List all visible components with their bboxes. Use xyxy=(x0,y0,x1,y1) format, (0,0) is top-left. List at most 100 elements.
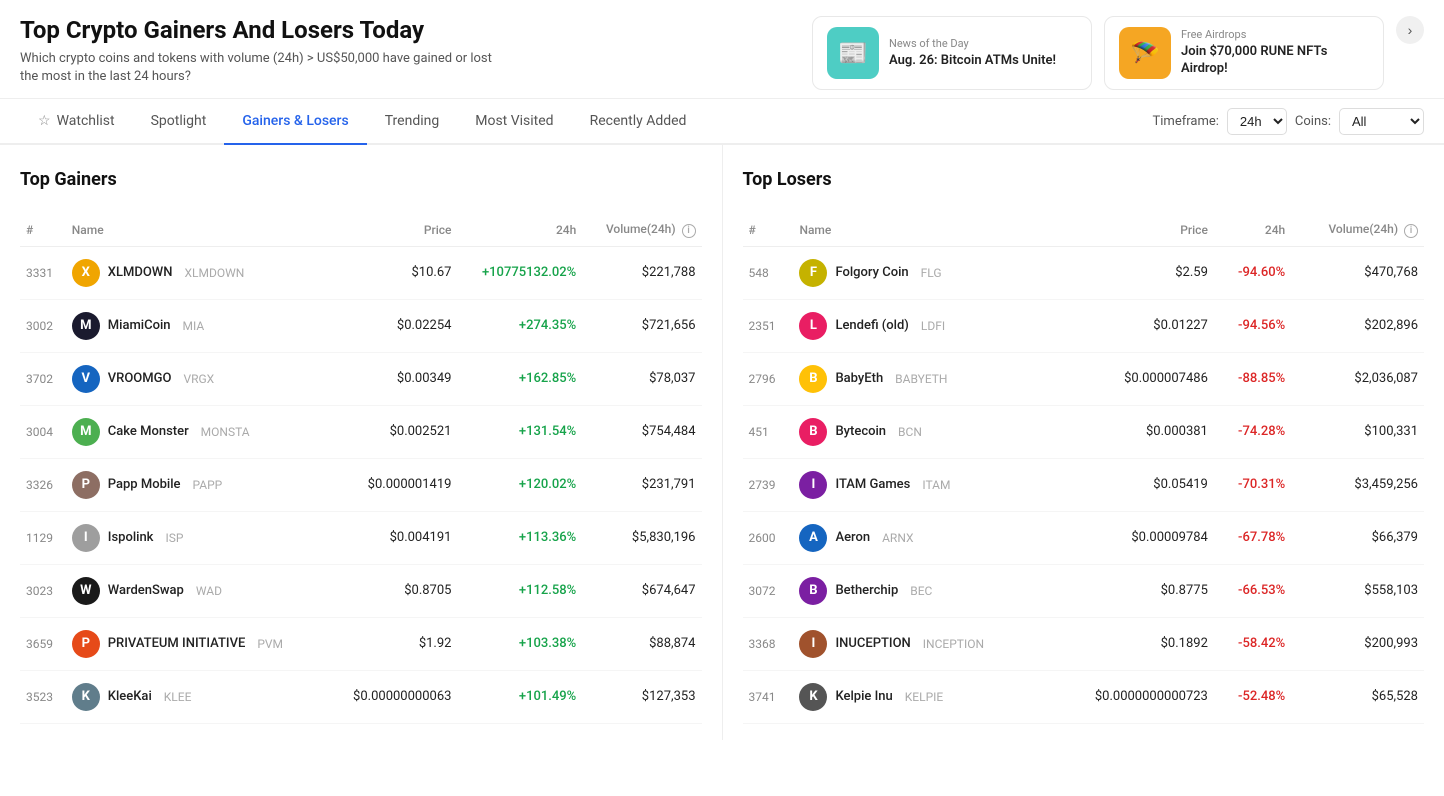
news-card-2-title: Join $70,000 RUNE NFTs Airdrop! xyxy=(1181,44,1369,78)
gainers-coin-name-7: PRIVATEUM INITIATIVE xyxy=(108,636,246,651)
gainers-price-5: $0.004191 xyxy=(328,511,458,564)
losers-coin-icon-4: I xyxy=(799,471,827,499)
losers-change-1: -94.56% xyxy=(1214,299,1291,352)
tab-watchlist-label: Watchlist xyxy=(57,113,115,129)
losers-name-8[interactable]: K Kelpie Inu KELPIE xyxy=(793,670,1050,723)
gainers-name-2[interactable]: V VROOMGO VRGX xyxy=(66,352,328,405)
losers-coin-name-5: Aeron xyxy=(835,530,870,545)
losers-coin-icon-5: A xyxy=(799,524,827,552)
gainers-coin-ticker-3: MONSTA xyxy=(201,425,250,439)
losers-price-7: $0.1892 xyxy=(1050,617,1213,670)
gainers-row: 3004 M Cake Monster MONSTA $0.002521 +13… xyxy=(20,405,702,458)
coins-select[interactable]: All Top 100 Top 500 xyxy=(1339,108,1424,135)
gainers-row: 3331 X XLMDOWN XLMDOWN $10.67 +10775132.… xyxy=(20,246,702,299)
gainers-price-7: $1.92 xyxy=(328,617,458,670)
losers-coin-name-2: BabyEth xyxy=(835,371,883,386)
losers-name-2[interactable]: B BabyEth BABYETH xyxy=(793,352,1050,405)
gainers-coin-name-5: Ispolink xyxy=(108,530,154,545)
gainers-volume-info-icon[interactable]: i xyxy=(682,224,696,238)
losers-price-4: $0.05419 xyxy=(1050,458,1213,511)
losers-coin-ticker-8: KELPIE xyxy=(905,690,943,704)
losers-change-3: -74.28% xyxy=(1214,405,1291,458)
gainers-rank-7: 3659 xyxy=(20,617,66,670)
losers-change-4: -70.31% xyxy=(1214,458,1291,511)
gainers-name-6[interactable]: W WardenSwap WAD xyxy=(66,564,328,617)
gainers-change-2: +162.85% xyxy=(457,352,582,405)
gainers-coin-icon-2: V xyxy=(72,365,100,393)
tab-gainers-losers[interactable]: Gainers & Losers xyxy=(224,99,366,145)
gainers-coin-icon-1: M xyxy=(72,312,100,340)
page-subtitle: Which crypto coins and tokens with volum… xyxy=(20,50,500,86)
gainers-name-5[interactable]: I Ispolink ISP xyxy=(66,511,328,564)
news-next-button[interactable]: › xyxy=(1396,16,1424,44)
gainers-change-4: +120.02% xyxy=(457,458,582,511)
tab-trending[interactable]: Trending xyxy=(367,99,458,145)
tabs-row: ☆ Watchlist Spotlight Gainers & Losers T… xyxy=(0,99,1444,145)
timeframe-select[interactable]: 24h 1h 7d xyxy=(1227,108,1287,135)
gainers-volume-0: $221,788 xyxy=(582,246,701,299)
gainers-rank-2: 3702 xyxy=(20,352,66,405)
gainers-change-8: +101.49% xyxy=(457,670,582,723)
gainers-price-2: $0.00349 xyxy=(328,352,458,405)
top-bar: Top Crypto Gainers And Losers Today Whic… xyxy=(0,0,1444,145)
gainers-coin-icon-5: I xyxy=(72,524,100,552)
gainers-coin-icon-4: P xyxy=(72,471,100,499)
losers-name-0[interactable]: F Folgory Coin FLG xyxy=(793,246,1050,299)
losers-name-7[interactable]: I INUCEPTION INCEPTION xyxy=(793,617,1050,670)
gainers-price-8: $0.00000000063 xyxy=(328,670,458,723)
tab-watchlist[interactable]: ☆ Watchlist xyxy=(20,99,133,145)
losers-coin-name-0: Folgory Coin xyxy=(835,265,908,280)
news-card-1[interactable]: 📰 News of the Day Aug. 26: Bitcoin ATMs … xyxy=(812,16,1092,90)
losers-rank-2: 2796 xyxy=(743,352,794,405)
losers-volume-7: $200,993 xyxy=(1291,617,1424,670)
losers-rank-6: 3072 xyxy=(743,564,794,617)
tab-spotlight[interactable]: Spotlight xyxy=(133,99,225,145)
losers-change-0: -94.60% xyxy=(1214,246,1291,299)
gainers-coin-name-6: WardenSwap xyxy=(108,583,184,598)
losers-price-5: $0.00009784 xyxy=(1050,511,1213,564)
losers-volume-info-icon[interactable]: i xyxy=(1404,224,1418,238)
losers-name-4[interactable]: I ITAM Games ITAM xyxy=(793,458,1050,511)
losers-row: 2796 B BabyEth BABYETH $0.000007486 -88.… xyxy=(743,352,1425,405)
losers-volume-2: $2,036,087 xyxy=(1291,352,1424,405)
tab-most-visited-label: Most Visited xyxy=(475,113,553,129)
gainers-change-1: +274.35% xyxy=(457,299,582,352)
losers-coin-name-7: INUCEPTION xyxy=(835,636,910,651)
tab-recently-added-label: Recently Added xyxy=(590,113,687,129)
losers-coin-ticker-6: BEC xyxy=(910,584,932,598)
gainers-name-1[interactable]: M MiamiCoin MIA xyxy=(66,299,328,352)
losers-name-6[interactable]: B Betherchip BEC xyxy=(793,564,1050,617)
page-title: Top Crypto Gainers And Losers Today xyxy=(20,16,804,44)
header-section: Top Crypto Gainers And Losers Today Whic… xyxy=(0,0,1444,99)
losers-name-1[interactable]: L Lendefi (old) LDFI xyxy=(793,299,1050,352)
losers-name-3[interactable]: B Bytecoin BCN xyxy=(793,405,1050,458)
losers-col-rank: # xyxy=(743,214,794,246)
gainers-name-3[interactable]: M Cake Monster MONSTA xyxy=(66,405,328,458)
losers-row: 2351 L Lendefi (old) LDFI $0.01227 -94.5… xyxy=(743,299,1425,352)
gainers-name-4[interactable]: P Papp Mobile PAPP xyxy=(66,458,328,511)
gainers-name-8[interactable]: K KleeKai KLEE xyxy=(66,670,328,723)
panel-divider xyxy=(722,145,723,740)
losers-rank-5: 2600 xyxy=(743,511,794,564)
gainers-name-0[interactable]: X XLMDOWN XLMDOWN xyxy=(66,246,328,299)
gainers-volume-4: $231,791 xyxy=(582,458,701,511)
gainers-row: 3702 V VROOMGO VRGX $0.00349 +162.85% $7… xyxy=(20,352,702,405)
losers-name-5[interactable]: A Aeron ARNX xyxy=(793,511,1050,564)
losers-coin-icon-6: B xyxy=(799,577,827,605)
losers-table: # Name Price 24h Volume(24h) i 548 F Fol… xyxy=(743,214,1425,724)
timeframe-label: Timeframe: xyxy=(1153,114,1219,129)
gainers-row: 1129 I Ispolink ISP $0.004191 +113.36% $… xyxy=(20,511,702,564)
gainers-name-7[interactable]: P PRIVATEUM INITIATIVE PVM xyxy=(66,617,328,670)
tab-most-visited[interactable]: Most Visited xyxy=(457,99,571,145)
losers-row: 548 F Folgory Coin FLG $2.59 -94.60% $47… xyxy=(743,246,1425,299)
gainers-rank-8: 3523 xyxy=(20,670,66,723)
gainers-row: 3659 P PRIVATEUM INITIATIVE PVM $1.92 +1… xyxy=(20,617,702,670)
tab-recently-added[interactable]: Recently Added xyxy=(572,99,705,145)
news-card-2[interactable]: 🪂 Free Airdrops Join $70,000 RUNE NFTs A… xyxy=(1104,16,1384,90)
gainers-volume-1: $721,656 xyxy=(582,299,701,352)
gainers-row: 3023 W WardenSwap WAD $0.8705 +112.58% $… xyxy=(20,564,702,617)
gainers-coin-icon-8: K xyxy=(72,683,100,711)
gainers-volume-3: $754,484 xyxy=(582,405,701,458)
losers-coin-ticker-1: LDFI xyxy=(921,319,945,333)
losers-coin-icon-8: K xyxy=(799,683,827,711)
